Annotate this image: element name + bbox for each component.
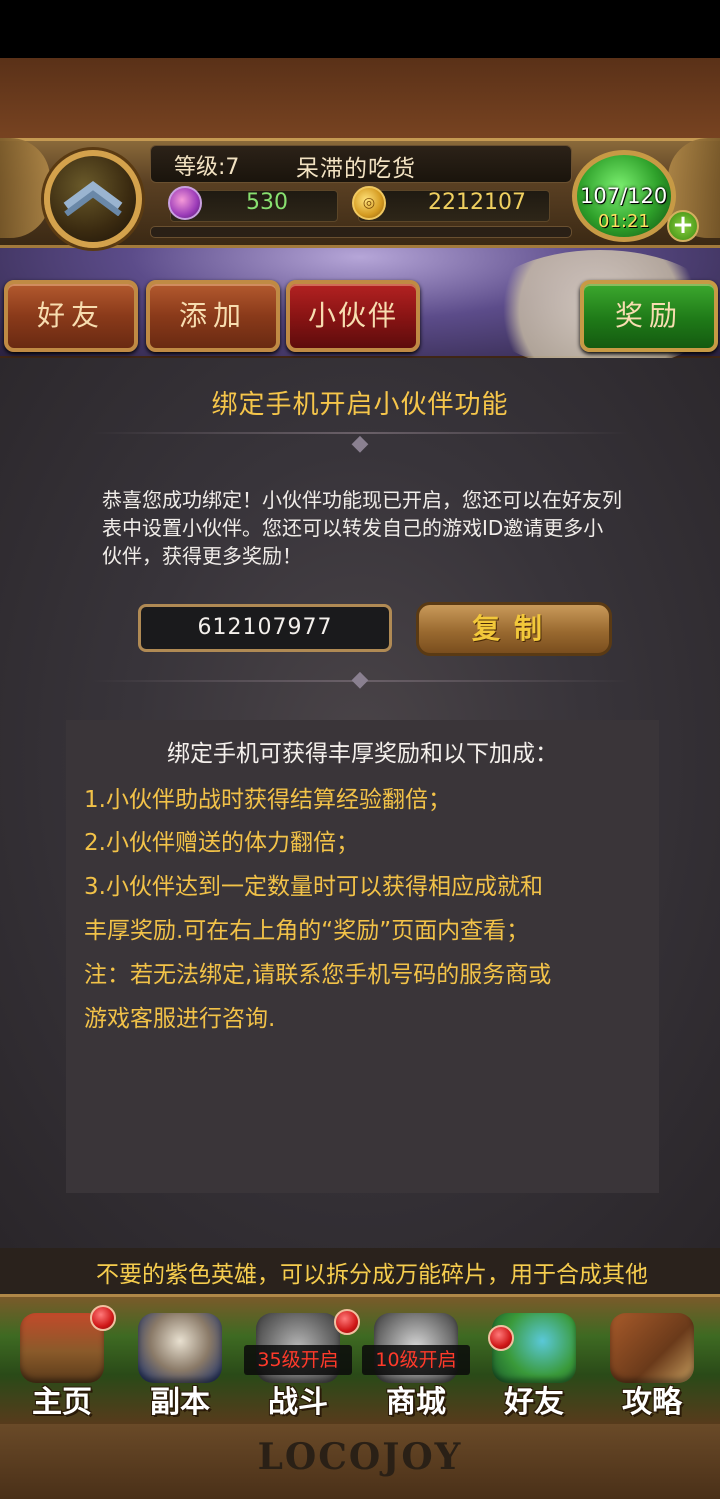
nav-home-label: 主页 <box>32 1385 92 1420</box>
nav-dungeon-label: 副本 <box>150 1385 210 1420</box>
notification-dot <box>90 1305 116 1331</box>
nav-dungeon[interactable]: 副本 <box>124 1305 236 1420</box>
nav-home[interactable]: 主页 <box>6 1305 118 1420</box>
copy-button[interactable]: 复制 <box>416 602 612 656</box>
nav-guide-label: 攻略 <box>622 1385 682 1420</box>
book-icon <box>610 1313 694 1383</box>
info-header: 绑定手机可获得丰厚奖励和以下加成： <box>167 741 558 767</box>
notification-dot <box>334 1309 360 1335</box>
player-level: 等级:7 <box>174 155 240 180</box>
info-line: 3.小伙伴达到一定数量时可以获得相应成就和 <box>84 874 543 900</box>
add-energy-button[interactable]: + <box>667 210 699 242</box>
tab-friends[interactable]: 好友 <box>4 280 138 352</box>
info-line: 游戏客服进行咨询. <box>84 1006 276 1032</box>
gem-icon <box>168 186 202 220</box>
lock-tag: 35级开启 <box>244 1345 352 1375</box>
notification-dot <box>488 1325 514 1351</box>
status-bar-area <box>0 0 720 58</box>
nav-shop-label: 商城 <box>386 1385 446 1420</box>
nav-friends[interactable]: 好友 <box>478 1305 590 1420</box>
chevron-rank-icon <box>63 181 123 216</box>
skull-icon <box>138 1313 222 1383</box>
info-line: 1.小伙伴助战时获得结算经验翻倍； <box>84 787 451 813</box>
tab-partner[interactable]: 小伙伴 <box>286 280 420 352</box>
ornament-icon: ◆ <box>351 667 369 692</box>
nav-battle-label: 战斗 <box>268 1385 328 1420</box>
lock-tag: 10级开启 <box>362 1345 470 1375</box>
reward-button[interactable]: 奖励 <box>580 280 718 352</box>
intro-text: 恭喜您成功绑定！小伙伴功能现已开启，您还可以在好友列表中设置小伙伴。您还可以转发… <box>102 488 622 568</box>
nav-guide[interactable]: 攻略 <box>596 1305 708 1420</box>
gem-count: 530 <box>246 190 288 215</box>
tip-ticker: 不要的紫色英雄，可以拆分成万能碎片，用于合成其他 <box>96 1262 648 1288</box>
locojoy-logo: LOCOJOY <box>257 1436 463 1478</box>
energy-count: 107/120 <box>580 184 668 208</box>
info-line: 注：若无法绑定,请联系您手机号码的服务商或 <box>84 962 552 988</box>
coin-count: 2212107 <box>428 190 526 215</box>
info-line: 丰厚奖励.可在右上角的“奖励”页面内查看； <box>84 918 530 944</box>
energy-timer: 01:21 <box>598 211 650 232</box>
nav-shop[interactable]: 10级开启 商城 <box>360 1305 472 1420</box>
info-line: 2.小伙伴赠送的体力翻倍； <box>84 830 359 856</box>
panel-title: 绑定手机开启小伙伴功能 <box>211 390 509 420</box>
nav-battle[interactable]: 35级开启 战斗 <box>242 1305 360 1420</box>
tab-add[interactable]: 添加 <box>146 280 280 352</box>
ornament-icon: ◆ <box>351 431 369 456</box>
coin-icon: ◎ <box>352 186 386 220</box>
player-name: 呆滞的吃货 <box>296 156 416 182</box>
nav-friends-label: 好友 <box>504 1385 564 1420</box>
game-id-field[interactable]: 612107977 <box>138 604 392 652</box>
experience-bar <box>150 226 572 238</box>
